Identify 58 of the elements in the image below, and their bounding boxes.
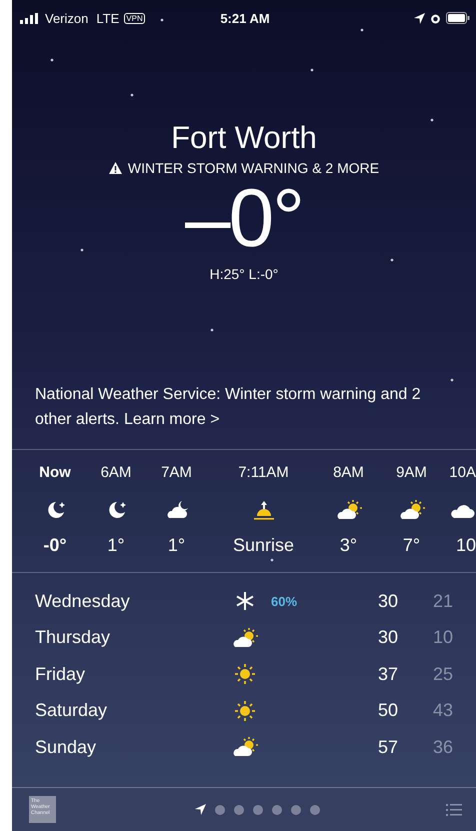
sun-cloud-icon	[398, 499, 424, 521]
hour-temperature: 3°	[340, 535, 358, 556]
hour-label: 10A	[449, 464, 476, 481]
status-time: 5:21 AM	[220, 10, 270, 26]
battery-icon	[446, 12, 470, 24]
sun-icon	[232, 700, 258, 722]
page-dot[interactable]	[290, 804, 300, 814]
list-icon[interactable]	[446, 802, 462, 816]
alert-text[interactable]: WINTER STORM WARNING & 2 MORE	[128, 160, 380, 176]
low-temperature: 21	[432, 590, 453, 612]
current-temperature: –0°	[184, 178, 303, 260]
hour-temperature: 1°	[168, 535, 186, 556]
hour-temperature: -0°	[43, 535, 67, 556]
day-name: Saturday	[35, 700, 108, 722]
page-dot[interactable]	[214, 804, 224, 814]
day-name: Sunday	[35, 736, 98, 758]
hour-label: Now	[39, 464, 71, 481]
low-temperature: 36	[432, 736, 453, 758]
high-temperature: 30	[376, 590, 398, 612]
day-name: Wednesday	[35, 590, 131, 612]
high-temperature: 30	[376, 627, 398, 648]
page-dot[interactable]	[310, 804, 320, 814]
sun-cloud-icon	[336, 499, 362, 521]
high-low-temperature: H:25° L:-0°	[210, 266, 278, 282]
hour-label: 7AM	[161, 464, 192, 481]
alert-notice: National Weather Service: Winter storm warning and 2 other alerts. Learn more >	[34, 385, 422, 430]
hour-temperature: 7°	[402, 535, 420, 556]
page-dot[interactable]	[252, 804, 262, 814]
location-page-icon[interactable]	[194, 804, 206, 815]
low-temperature: 43	[432, 700, 453, 722]
hour-temperature: 10	[456, 535, 476, 556]
page-dot[interactable]	[234, 804, 244, 814]
hour-temperature: 1°	[107, 535, 125, 556]
page-dot[interactable]	[272, 804, 282, 814]
hour-label: 6AM	[100, 464, 132, 481]
hour-temperature: Sunrise	[232, 535, 294, 556]
carrier-name: Verizon	[45, 10, 88, 26]
precipitation-chance: 60%	[271, 594, 298, 609]
high-temperature: 57	[376, 736, 398, 758]
hour-label: 8AM	[333, 464, 364, 481]
location-arrow-icon	[414, 12, 425, 24]
signal-icon	[20, 12, 40, 24]
warning-icon	[108, 162, 122, 174]
vpn-badge: VPN	[124, 12, 145, 24]
network-type: LTE	[96, 10, 120, 26]
hour-label: 7:11AM	[238, 464, 289, 481]
low-temperature: 10	[432, 627, 453, 648]
day-name: Thursday	[35, 627, 112, 648]
learn-more-link[interactable]: Learn more >	[124, 411, 220, 428]
low-temperature: 25	[432, 664, 453, 685]
sun-cloud-icon	[232, 626, 258, 649]
city-name: Fort Worth	[171, 120, 317, 156]
sun-cloud-icon	[232, 736, 258, 758]
sun-icon	[232, 663, 258, 686]
high-temperature: 50	[376, 700, 398, 722]
day-name: Friday	[35, 664, 86, 685]
hour-label: 9AM	[396, 464, 427, 481]
high-temperature: 37	[376, 664, 398, 685]
